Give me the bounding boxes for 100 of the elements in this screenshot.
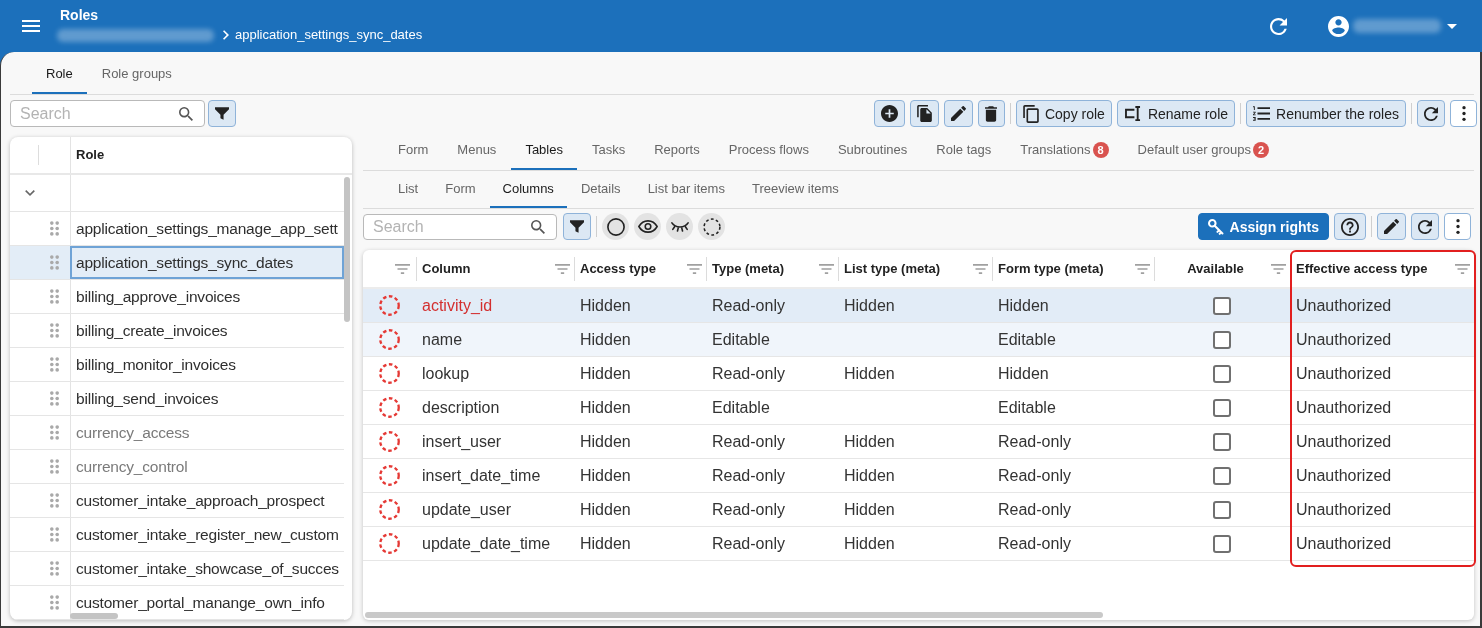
scrollbar[interactable] [344, 177, 350, 322]
drag-handle-icon[interactable] [50, 391, 59, 406]
drag-handle-icon[interactable] [50, 595, 59, 610]
pencil-icon[interactable] [1384, 219, 1399, 234]
more-vertical-icon[interactable] [1455, 219, 1460, 234]
list-item[interactable]: billing_create_invoices [10, 314, 344, 348]
tab[interactable]: Subroutines [823, 137, 922, 170]
checkbox[interactable] [1213, 364, 1231, 383]
table-row[interactable]: insert_user Hidden Read-only Hidden Read-only Unauthorized [363, 425, 1474, 459]
eye-icon[interactable] [637, 220, 658, 233]
list-item[interactable]: customer_intake_register_new_custom [10, 518, 344, 552]
tab[interactable]: Columns [489, 171, 567, 208]
table-row[interactable]: lookup Hidden Read-only Hidden Hidden Unauthorized [363, 357, 1474, 391]
duplicate-button[interactable] [909, 100, 939, 127]
numbered-list-icon[interactable] [1253, 106, 1271, 121]
filter-icon[interactable] [555, 263, 570, 274]
tab[interactable]: Translations 8 [1006, 137, 1123, 170]
renumber-button[interactable]: Renumber the roles [1246, 100, 1406, 127]
filter-button[interactable] [563, 213, 591, 240]
pencil-icon[interactable] [950, 106, 966, 121]
tab[interactable]: Tables [511, 137, 577, 170]
tab[interactable]: List [385, 171, 432, 208]
scrollbar[interactable] [70, 613, 118, 619]
help-icon[interactable] [1341, 217, 1359, 236]
scrollbar[interactable] [365, 612, 1103, 618]
eye-toggle[interactable] [634, 213, 661, 240]
tab[interactable]: Form [432, 171, 489, 208]
list-item[interactable]: customer_intake_showcase_of_succes [10, 552, 344, 586]
drag-handle-icon[interactable] [50, 255, 59, 270]
chevron-down-icon[interactable] [25, 190, 35, 196]
table-row[interactable]: activity_id Hidden Read-only Hidden Hidden Unauthorized [363, 289, 1474, 323]
refresh-icon[interactable] [1418, 219, 1432, 234]
tab[interactable]: Default user groups 2 [1123, 137, 1283, 170]
filter-icon[interactable] [819, 263, 834, 274]
tab[interactable]: Role [32, 60, 87, 94]
filter-button[interactable] [208, 100, 236, 127]
add-button[interactable] [873, 100, 905, 127]
more-vertical-icon[interactable] [1461, 106, 1466, 121]
list-item[interactable]: application_settings_sync_dates [10, 246, 344, 280]
search-icon[interactable] [531, 219, 545, 234]
drag-handle-icon[interactable] [50, 289, 59, 304]
key-icon[interactable] [1207, 218, 1224, 235]
copy-button[interactable]: Copy role [1015, 100, 1112, 127]
more-button[interactable] [1450, 100, 1477, 127]
checkbox[interactable] [1213, 398, 1231, 417]
tab[interactable]: Process flows [714, 137, 823, 170]
tab[interactable]: Reports [640, 137, 714, 170]
funnel-icon[interactable] [570, 220, 584, 233]
checkbox[interactable] [1213, 330, 1231, 349]
edit-button[interactable] [943, 100, 973, 127]
table-row[interactable]: update_user Hidden Read-only Hidden Read-only Unauthorized [363, 493, 1474, 527]
filter-icon[interactable] [1271, 263, 1286, 274]
account-icon[interactable] [1328, 15, 1349, 37]
trash-icon[interactable] [985, 105, 998, 122]
table-row[interactable]: update_date_time Hidden Read-only Hidden Read-only Unauthorized [363, 527, 1474, 561]
checkbox[interactable] [1213, 432, 1231, 451]
checkbox[interactable] [1213, 296, 1231, 315]
filter-icon[interactable] [973, 263, 988, 274]
tab[interactable]: Form [384, 137, 443, 170]
checkbox[interactable] [1213, 500, 1231, 519]
more-button[interactable] [1444, 213, 1471, 240]
search-field[interactable]: Search [10, 100, 205, 127]
list-item[interactable]: billing_monitor_invoices [10, 348, 344, 382]
refresh-button[interactable] [1411, 213, 1439, 240]
refresh-icon[interactable] [1424, 106, 1438, 121]
drag-handle-icon[interactable] [50, 561, 59, 576]
help-button[interactable] [1334, 213, 1366, 240]
list-item[interactable]: customer_intake_approach_prospect [10, 484, 344, 518]
funnel-icon[interactable] [215, 107, 229, 120]
search-field[interactable]: Search [363, 213, 557, 240]
drag-handle-icon[interactable] [50, 493, 59, 508]
tab[interactable]: Treeview items [738, 171, 852, 208]
list-item[interactable]: billing_approve_invoices [10, 280, 344, 314]
menu-icon[interactable] [22, 20, 40, 32]
refresh-button[interactable] [1417, 100, 1445, 127]
delete-button[interactable] [977, 100, 1005, 127]
search-icon[interactable] [179, 106, 193, 121]
filter-icon[interactable] [1455, 263, 1470, 274]
table-row[interactable]: insert_date_time Hidden Read-only Hidden Read-only Unauthorized [363, 459, 1474, 493]
tab[interactable]: Role tags [922, 137, 1006, 170]
drag-handle-icon[interactable] [50, 527, 59, 542]
filter-icon[interactable] [1135, 263, 1150, 274]
copy-icon[interactable] [1022, 104, 1039, 123]
assign-rights-button[interactable]: Assign rights [1197, 213, 1329, 240]
caret-down-icon[interactable] [1447, 23, 1457, 29]
table-row[interactable]: description Hidden Editable Editable Unauthorized [363, 391, 1474, 425]
tab[interactable]: Tasks [577, 137, 640, 170]
text-cursor-icon[interactable] [1123, 106, 1142, 121]
breadcrumb-current[interactable]: application_settings_sync_dates [235, 27, 423, 43]
edit-button[interactable] [1377, 213, 1406, 240]
rename-button[interactable]: Rename role [1116, 100, 1236, 127]
checkbox[interactable] [1213, 466, 1231, 485]
tab[interactable]: Role groups [87, 60, 186, 94]
closed-eye-toggle[interactable] [666, 213, 693, 240]
table-row[interactable]: name Hidden Editable Editable Unauthorized [363, 323, 1474, 357]
tab[interactable]: List bar items [634, 171, 738, 208]
list-item[interactable]: billing_send_invoices [10, 382, 344, 416]
tab[interactable]: Details [567, 171, 634, 208]
filter-icon[interactable] [395, 263, 410, 274]
documents-icon[interactable] [916, 105, 932, 122]
